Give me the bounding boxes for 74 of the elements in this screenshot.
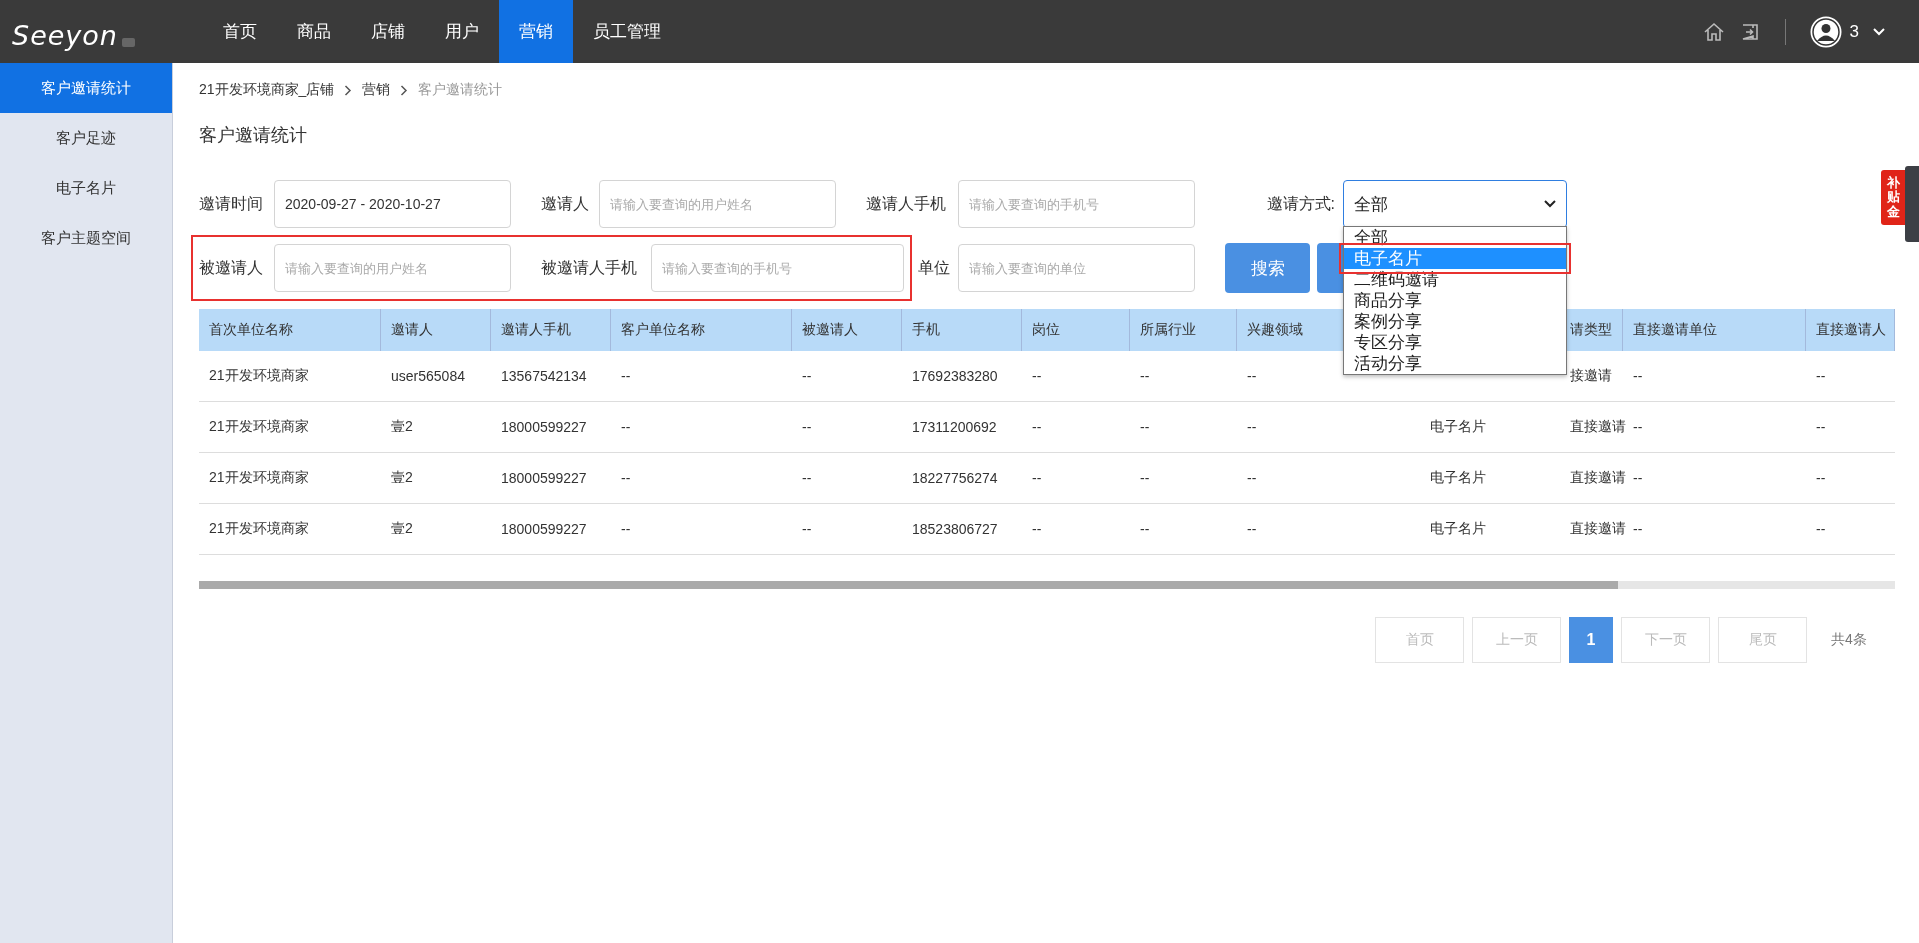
table-cell: 电子名片 — [1430, 418, 1486, 436]
table-cell: -- — [1140, 368, 1150, 384]
table-cell: 18000599227 — [501, 470, 587, 486]
table-cell: -- — [1247, 470, 1257, 486]
table-cell: -- — [621, 470, 631, 486]
table-cell: 电子名片 — [1430, 469, 1486, 487]
column-header: 请类型 — [1570, 321, 1612, 339]
table-cell: 21开发环境商家 — [209, 418, 309, 436]
page-title: 客户邀请统计 — [199, 124, 308, 147]
table-cell: -- — [1633, 521, 1643, 537]
column-header: 被邀请人 — [802, 321, 858, 339]
table-cell: user565084 — [391, 368, 465, 384]
table-cell: -- — [1816, 470, 1826, 486]
table-cell: -- — [621, 521, 631, 537]
table-cell: 直接邀请 — [1570, 520, 1626, 538]
table-cell: -- — [621, 368, 631, 384]
field-label: 邀请时间 — [199, 193, 264, 214]
table-cell: -- — [802, 470, 812, 486]
table-cell: -- — [1140, 521, 1150, 537]
table-cell: -- — [1140, 419, 1150, 435]
table-cell: -- — [1140, 470, 1150, 486]
field-label: 邀请方式: — [1265, 193, 1335, 214]
table-cell: 壹2 — [391, 520, 413, 538]
field-label: 单位 — [918, 257, 951, 278]
table-cell: -- — [1816, 368, 1826, 384]
table-cell: 18523806727 — [912, 521, 998, 537]
table-cell: -- — [802, 368, 812, 384]
column-header: 首次单位名称 — [209, 321, 293, 339]
table-cell: -- — [1633, 368, 1643, 384]
table-cell: 21开发环境商家 — [209, 367, 309, 385]
column-header: 直接邀请单位 — [1633, 321, 1717, 339]
table-cell: 壹2 — [391, 418, 413, 436]
breadcrumb-item: 客户邀请统计 — [418, 81, 503, 99]
field-label: 被邀请人手机 — [541, 257, 638, 278]
table-cell: 21开发环境商家 — [209, 469, 309, 487]
table-cell: -- — [1633, 419, 1643, 435]
table-cell: 直接邀请 — [1570, 418, 1626, 436]
field-label: 邀请人手机 — [866, 193, 947, 214]
table-cell: 壹2 — [391, 469, 413, 487]
table-cell: -- — [1032, 419, 1042, 435]
column-header: 兴趣领域 — [1247, 321, 1303, 339]
table-cell: -- — [1816, 521, 1826, 537]
logo: Seeyon — [12, 22, 118, 49]
column-header: 所属行业 — [1140, 321, 1196, 339]
column-header: 邀请人手机 — [501, 321, 571, 339]
table-cell: -- — [802, 419, 812, 435]
column-header: 岗位 — [1032, 321, 1060, 339]
table-cell: 18000599227 — [501, 419, 587, 435]
column-header: 邀请人 — [391, 321, 433, 339]
table-cell: 17692383280 — [912, 368, 998, 384]
table-cell: 电子名片 — [1430, 520, 1486, 538]
table-cell: -- — [1032, 521, 1042, 537]
table-cell: -- — [1633, 470, 1643, 486]
table-cell: -- — [1032, 368, 1042, 384]
table-cell: 直接邀请 — [1570, 469, 1626, 487]
table-cell: 21开发环境商家 — [209, 520, 309, 538]
table-cell: -- — [1032, 470, 1042, 486]
table-cell: -- — [1247, 368, 1257, 384]
column-header: 直接邀请人 — [1816, 321, 1886, 339]
field-label: 邀请人 — [541, 193, 590, 214]
table-cell: -- — [802, 521, 812, 537]
total-count: 共4条 — [1831, 631, 1867, 649]
table-cell: -- — [1247, 521, 1257, 537]
column-header: 手机 — [912, 321, 940, 339]
table-cell: -- — [1816, 419, 1826, 435]
table-cell: 18227756274 — [912, 470, 998, 486]
field-label: 被邀请人 — [199, 257, 264, 278]
column-header: 客户单位名称 — [621, 321, 705, 339]
table-cell: -- — [1247, 419, 1257, 435]
table-cell: 18000599227 — [501, 521, 587, 537]
table-cell: 13567542134 — [501, 368, 587, 384]
table-cell: 接邀请 — [1570, 367, 1612, 385]
table-cell: -- — [621, 419, 631, 435]
table-cell: 17311200692 — [912, 419, 997, 435]
